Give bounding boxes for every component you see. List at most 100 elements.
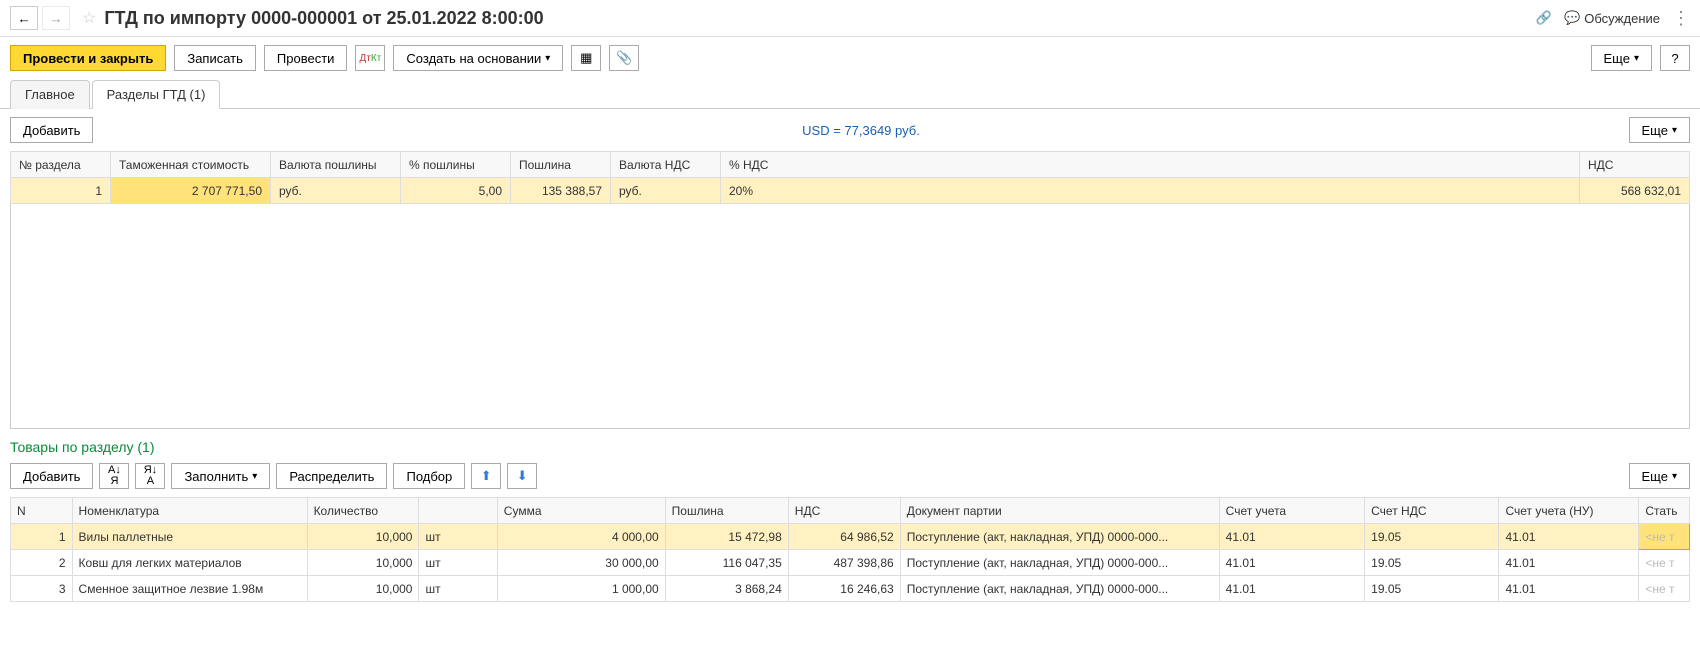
discuss-label: Обсуждение [1584, 11, 1660, 26]
cell-duty[interactable]: 116 047,35 [665, 550, 788, 576]
cell-duty-currency[interactable]: руб. [271, 178, 401, 204]
col-vat-account[interactable]: Счет НДС [1365, 498, 1499, 524]
cell-nomenclature[interactable]: Вилы паллетные [72, 524, 307, 550]
cell-stat[interactable]: <не т [1639, 524, 1690, 550]
cell-sum[interactable]: 30 000,00 [497, 550, 665, 576]
cell-qty[interactable]: 10,000 [307, 524, 419, 550]
add-item-button[interactable]: Добавить [10, 463, 93, 489]
cell-vat[interactable]: 568 632,01 [1580, 178, 1690, 204]
cell-duty[interactable]: 135 388,57 [511, 178, 611, 204]
pick-button[interactable]: Подбор [393, 463, 465, 489]
favorite-icon[interactable]: ☆ [82, 8, 96, 28]
add-section-button[interactable]: Добавить [10, 117, 93, 143]
col-unit[interactable] [419, 498, 497, 524]
cell-n[interactable]: 1 [11, 524, 73, 550]
col-duty-currency[interactable]: Валюта пошлины [271, 152, 401, 178]
cell-nomenclature[interactable]: Сменное защитное лезвие 1.98м [72, 576, 307, 602]
cell-qty[interactable]: 10,000 [307, 576, 419, 602]
cell-stat[interactable]: <не т [1639, 576, 1690, 602]
col-customs-value[interactable]: Таможенная стоимость [111, 152, 271, 178]
col-tax-account[interactable]: Счет учета (НУ) [1499, 498, 1639, 524]
section-row[interactable]: 1 2 707 771,50 руб. 5,00 135 388,57 руб.… [11, 178, 1690, 204]
dt-kt-button[interactable]: ДтКт [355, 45, 385, 71]
toolbar-more-button[interactable]: Еще [1591, 45, 1652, 71]
cell-account[interactable]: 41.01 [1219, 524, 1364, 550]
cell-sum[interactable]: 4 000,00 [497, 524, 665, 550]
cell-vat[interactable]: 16 246,63 [788, 576, 900, 602]
col-nomenclature[interactable]: Номенклатура [72, 498, 307, 524]
cell-duty[interactable]: 15 472,98 [665, 524, 788, 550]
cell-vat-currency[interactable]: руб. [611, 178, 721, 204]
col-section-num[interactable]: № раздела [11, 152, 111, 178]
move-up-button[interactable]: ⬆ [471, 463, 501, 489]
cell-batch_doc[interactable]: Поступление (акт, накладная, УПД) 0000-0… [900, 524, 1219, 550]
sort-asc-button[interactable]: А↓Я [99, 463, 129, 489]
cell-tax_account[interactable]: 41.01 [1499, 550, 1639, 576]
col-vat-currency[interactable]: Валюта НДС [611, 152, 721, 178]
cell-unit[interactable]: шт [419, 550, 497, 576]
col-item-duty[interactable]: Пошлина [665, 498, 788, 524]
more-menu-icon[interactable]: ⋮ [1672, 8, 1690, 29]
sections-more-button[interactable]: Еще [1629, 117, 1690, 143]
cell-vat[interactable]: 487 398,86 [788, 550, 900, 576]
cell-unit[interactable]: шт [419, 576, 497, 602]
cell-n[interactable]: 3 [11, 576, 73, 602]
cell-sum[interactable]: 1 000,00 [497, 576, 665, 602]
col-qty[interactable]: Количество [307, 498, 419, 524]
save-button[interactable]: Записать [174, 45, 256, 71]
col-batch-doc[interactable]: Документ партии [900, 498, 1219, 524]
col-sum[interactable]: Сумма [497, 498, 665, 524]
cell-duty-pct[interactable]: 5,00 [401, 178, 511, 204]
col-vat[interactable]: НДС [1580, 152, 1690, 178]
cell-nomenclature[interactable]: Ковш для легких материалов [72, 550, 307, 576]
move-down-button[interactable]: ⬇ [507, 463, 537, 489]
item-row[interactable]: 2Ковш для легких материалов10,000шт30 00… [11, 550, 1690, 576]
col-duty-pct[interactable]: % пошлины [401, 152, 511, 178]
attach-button[interactable]: 📎 [609, 45, 639, 71]
cell-num[interactable]: 1 [11, 178, 111, 204]
create-based-button[interactable]: Создать на основании [393, 45, 563, 71]
help-button[interactable]: ? [1660, 45, 1690, 71]
cell-qty[interactable]: 10,000 [307, 550, 419, 576]
exchange-rate: USD = 77,3649 руб. [101, 123, 1620, 138]
cell-vat-pct[interactable]: 20% [721, 178, 1580, 204]
cell-batch_doc[interactable]: Поступление (акт, накладная, УПД) 0000-0… [900, 550, 1219, 576]
col-vat-pct[interactable]: % НДС [721, 152, 1580, 178]
fill-button[interactable]: Заполнить [171, 463, 270, 489]
col-stat[interactable]: Стать [1639, 498, 1690, 524]
items-more-button[interactable]: Еще [1629, 463, 1690, 489]
cell-account[interactable]: 41.01 [1219, 550, 1364, 576]
structure-button[interactable]: ▦ [571, 45, 601, 71]
cell-stat[interactable]: <не т [1639, 550, 1690, 576]
cell-n[interactable]: 2 [11, 550, 73, 576]
sort-desc-button[interactable]: Я↓А [135, 463, 165, 489]
cell-account[interactable]: 41.01 [1219, 576, 1364, 602]
tab-main[interactable]: Главное [10, 80, 90, 109]
post-and-close-button[interactable]: Провести и закрыть [10, 45, 166, 71]
sections-header-row: № раздела Таможенная стоимость Валюта по… [11, 152, 1690, 178]
cell-vat_account[interactable]: 19.05 [1365, 550, 1499, 576]
col-item-vat[interactable]: НДС [788, 498, 900, 524]
distribute-button[interactable]: Распределить [276, 463, 387, 489]
cell-vat[interactable]: 64 986,52 [788, 524, 900, 550]
sections-empty-area [10, 204, 1690, 429]
cell-unit[interactable]: шт [419, 524, 497, 550]
col-duty[interactable]: Пошлина [511, 152, 611, 178]
cell-batch_doc[interactable]: Поступление (акт, накладная, УПД) 0000-0… [900, 576, 1219, 602]
item-row[interactable]: 3Сменное защитное лезвие 1.98м10,000шт1 … [11, 576, 1690, 602]
forward-button[interactable]: → [42, 6, 70, 30]
link-icon[interactable]: 🔗 [1536, 10, 1552, 26]
cell-tax_account[interactable]: 41.01 [1499, 576, 1639, 602]
post-button[interactable]: Провести [264, 45, 348, 71]
item-row[interactable]: 1Вилы паллетные10,000шт4 000,0015 472,98… [11, 524, 1690, 550]
cell-vat_account[interactable]: 19.05 [1365, 524, 1499, 550]
cell-vat_account[interactable]: 19.05 [1365, 576, 1499, 602]
cell-tax_account[interactable]: 41.01 [1499, 524, 1639, 550]
cell-customs-value[interactable]: 2 707 771,50 [111, 178, 271, 204]
cell-duty[interactable]: 3 868,24 [665, 576, 788, 602]
back-button[interactable]: ← [10, 6, 38, 30]
col-n[interactable]: N [11, 498, 73, 524]
discuss-button[interactable]: 💬 Обсуждение [1564, 10, 1660, 26]
tab-sections[interactable]: Разделы ГТД (1) [92, 80, 221, 109]
col-account[interactable]: Счет учета [1219, 498, 1364, 524]
